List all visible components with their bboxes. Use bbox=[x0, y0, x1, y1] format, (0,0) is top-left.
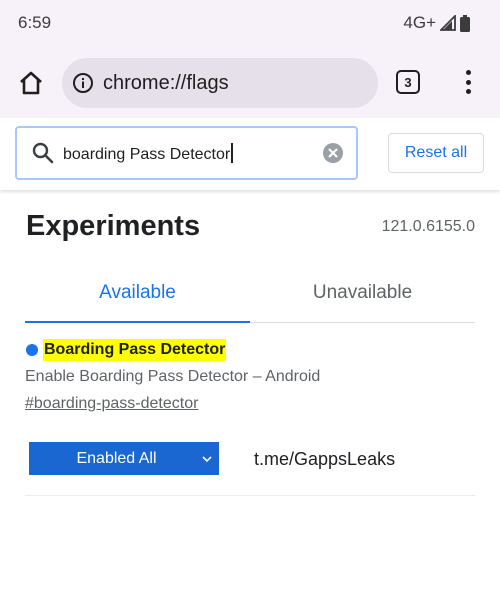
url-text: chrome://flags bbox=[103, 71, 229, 94]
flag-description: Enable Boarding Pass Detector – Android bbox=[25, 368, 321, 385]
home-button[interactable] bbox=[14, 66, 48, 100]
network-type-label: 4G+ bbox=[403, 13, 436, 32]
search-input-value: boarding Pass Detector bbox=[63, 145, 231, 163]
overflow-menu-button[interactable] bbox=[456, 66, 480, 98]
flags-search-bar: boarding Pass Detector Reset all bbox=[0, 118, 500, 190]
flag-name: Boarding Pass Detector bbox=[43, 339, 227, 361]
overlay-text: t.me/GappsLeaks bbox=[254, 449, 396, 469]
menu-dot-icon bbox=[465, 70, 471, 75]
status-time: 6:59 bbox=[18, 13, 52, 32]
home-icon bbox=[20, 71, 42, 95]
chevron-down-icon bbox=[202, 456, 212, 463]
site-info-icon[interactable] bbox=[72, 72, 94, 94]
selected-tab-indicator bbox=[25, 321, 250, 323]
flag-status-dot-icon bbox=[26, 344, 38, 356]
flag-state-dropdown[interactable]: Enabled All bbox=[29, 442, 219, 475]
flag-permalink[interactable]: #boarding-pass-detector bbox=[25, 395, 198, 413]
search-input[interactable]: boarding Pass Detector bbox=[63, 142, 233, 164]
address-bar[interactable]: chrome://flags bbox=[62, 58, 378, 108]
clear-search-icon[interactable] bbox=[322, 142, 344, 164]
menu-dot-icon bbox=[465, 89, 471, 94]
chrome-version: 121.0.6155.0 bbox=[381, 218, 475, 235]
status-indicators: 4G+ bbox=[403, 13, 470, 33]
tab-switcher-button[interactable]: 3 bbox=[396, 70, 420, 94]
flag-divider bbox=[25, 495, 475, 496]
page-title: Experiments bbox=[26, 210, 201, 242]
tab-count: 3 bbox=[404, 74, 412, 90]
reset-all-button[interactable]: Reset all bbox=[388, 133, 484, 173]
flag-state-value: Enabled All bbox=[76, 449, 157, 467]
cell-signal-icon bbox=[440, 15, 456, 31]
tab-unavailable[interactable]: Unavailable bbox=[250, 282, 475, 304]
text-cursor bbox=[231, 142, 233, 163]
tab-available[interactable]: Available bbox=[25, 282, 250, 304]
browser-toolbar: chrome://flags 3 bbox=[0, 46, 500, 118]
battery-icon bbox=[460, 14, 470, 32]
status-bar: 6:59 4G+ bbox=[0, 0, 500, 46]
menu-dot-icon bbox=[465, 79, 471, 85]
search-icon bbox=[32, 142, 54, 164]
search-field[interactable]: boarding Pass Detector bbox=[15, 126, 358, 180]
